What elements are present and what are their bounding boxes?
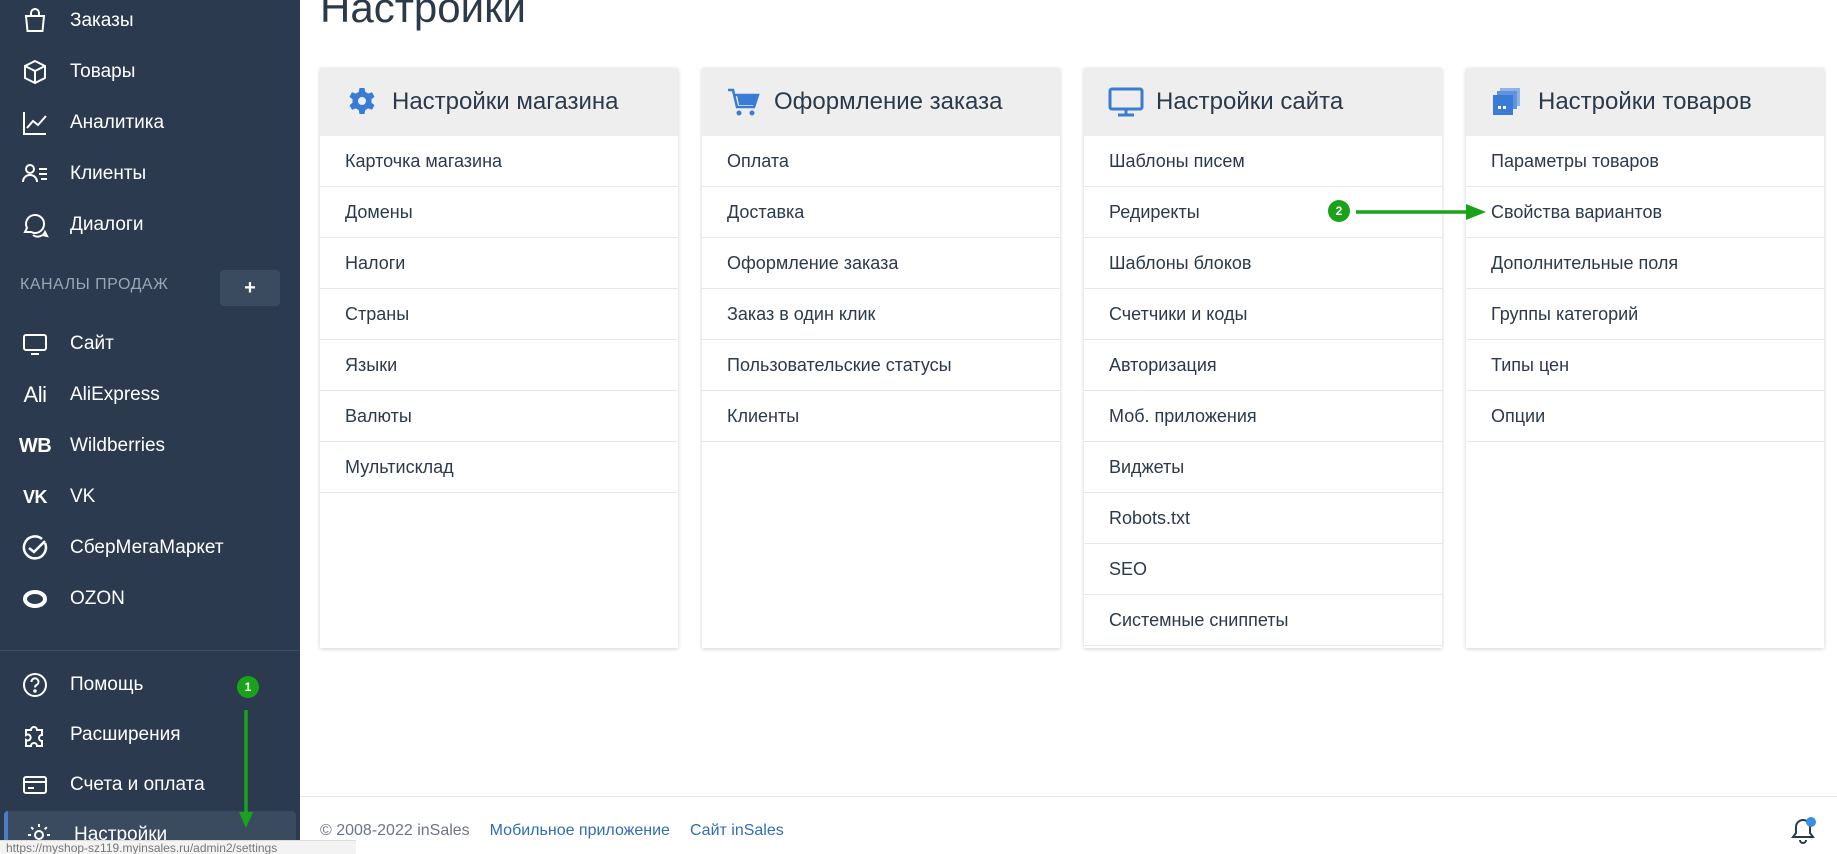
settings-link-store-card[interactable]: Карточка магазина <box>320 136 678 187</box>
sidebar-item-label: Клиенты <box>70 163 147 184</box>
settings-link-counters[interactable]: Счетчики и коды <box>1084 289 1442 340</box>
monitor-icon <box>20 329 50 359</box>
sales-channels-title: КАНАЛЫ ПРОДАЖ <box>20 276 169 293</box>
card-title: Настройки магазина <box>392 88 619 115</box>
sidebar-divider <box>0 650 300 651</box>
monitor-icon <box>1108 84 1144 120</box>
status-url: https://myshop-sz119.myinsales.ru/admin2… <box>0 840 356 854</box>
sidebar-item-label: OZON <box>70 588 125 609</box>
sidebar-item-orders[interactable]: Заказы <box>0 0 300 45</box>
sidebar-item-label: СберМегаМаркет <box>70 537 224 558</box>
card-store-settings: Настройки магазина Карточка магазина Дом… <box>320 68 678 648</box>
sidebar-item-label: Wildberries <box>70 435 166 456</box>
settings-link-custom-statuses[interactable]: Пользовательские статусы <box>702 340 1060 391</box>
settings-link-email-templates[interactable]: Шаблоны писем <box>1084 136 1442 187</box>
card-checkout: Оформление заказа Оплата Доставка Оформл… <box>702 68 1060 648</box>
add-channel-button[interactable]: + <box>220 270 280 306</box>
sidebar-item-label: AliExpress <box>70 384 160 405</box>
card-header: Настройки товаров <box>1466 68 1824 136</box>
sidebar-item-sbermegamarket[interactable]: СберМегаМаркет <box>0 524 300 572</box>
chart-icon <box>20 108 50 138</box>
settings-link-payment[interactable]: Оплата <box>702 136 1060 187</box>
footer: © 2008-2022 inSales Мобильное приложение… <box>320 822 784 840</box>
footer-link-mobile-app[interactable]: Мобильное приложение <box>490 822 670 840</box>
box-icon <box>20 57 50 87</box>
gear-icon <box>344 84 380 120</box>
chat-icon <box>20 210 50 240</box>
sidebar-item-label: Товары <box>70 61 136 82</box>
card-title: Настройки сайта <box>1156 88 1344 115</box>
settings-link-mobile-apps[interactable]: Моб. приложения <box>1084 391 1442 442</box>
settings-link-block-templates[interactable]: Шаблоны блоков <box>1084 238 1442 289</box>
settings-link-widgets[interactable]: Виджеты <box>1084 442 1442 493</box>
sidebar-item-label: Сайт <box>70 333 114 354</box>
card-title: Оформление заказа <box>774 88 1003 115</box>
settings-link-variant-properties[interactable]: Свойства вариантов <box>1466 187 1824 238</box>
card-header: Оформление заказа <box>702 68 1060 136</box>
settings-link-delivery[interactable]: Доставка <box>702 187 1060 238</box>
sidebar-item-analytics[interactable]: Аналитика <box>0 99 300 147</box>
settings-link-languages[interactable]: Языки <box>320 340 678 391</box>
bag-icon <box>20 6 50 36</box>
settings-link-extra-fields[interactable]: Дополнительные поля <box>1466 238 1824 289</box>
settings-link-seo[interactable]: SEO <box>1084 544 1442 595</box>
settings-link-robots[interactable]: Robots.txt <box>1084 493 1442 544</box>
sidebar-item-ozon[interactable]: OZON <box>0 575 300 623</box>
sidebar-item-label: Диалоги <box>70 214 144 235</box>
annotation-badge-1: 1 <box>237 676 259 698</box>
cart-icon <box>726 84 762 120</box>
clients-icon <box>20 159 50 189</box>
notification-dot <box>1806 817 1816 827</box>
annotation-badge-2: 2 <box>1328 200 1350 222</box>
settings-link-checkout[interactable]: Оформление заказа <box>702 238 1060 289</box>
settings-link-snippets[interactable]: Системные сниппеты <box>1084 595 1442 646</box>
settings-link-options[interactable]: Опции <box>1466 391 1824 442</box>
card-site-settings: Настройки сайта Шаблоны писем Редиректы … <box>1084 68 1442 648</box>
sidebar-item-dialogs[interactable]: Диалоги <box>0 201 300 249</box>
settings-link-taxes[interactable]: Налоги <box>320 238 678 289</box>
help-icon <box>20 670 50 700</box>
sidebar-item-label: Счета и оплата <box>70 774 205 795</box>
sidebar-item-products[interactable]: Товары <box>0 48 300 96</box>
settings-link-product-params[interactable]: Параметры товаров <box>1466 136 1824 187</box>
products-icon <box>1490 84 1526 120</box>
card-header: Настройки магазина <box>320 68 678 136</box>
sber-icon <box>20 533 50 563</box>
settings-link-countries[interactable]: Страны <box>320 289 678 340</box>
settings-link-category-groups[interactable]: Группы категорий <box>1466 289 1824 340</box>
copyright: © 2008-2022 inSales <box>320 822 470 839</box>
card-icon <box>20 770 50 800</box>
sidebar-item-aliexpress[interactable]: Ali AliExpress <box>0 371 300 419</box>
puzzle-icon <box>20 720 50 750</box>
settings-link-currencies[interactable]: Валюты <box>320 391 678 442</box>
page-title: Настройки <box>320 0 526 31</box>
settings-link-price-types[interactable]: Типы цен <box>1466 340 1824 391</box>
sidebar-item-site[interactable]: Сайт <box>0 320 300 368</box>
annotation-arrow-down <box>239 710 253 828</box>
settings-link-multiwarehouse[interactable]: Мультисклад <box>320 442 678 493</box>
sidebar-item-wildberries[interactable]: WB Wildberries <box>0 422 300 470</box>
annotation-arrow-right <box>1356 204 1486 220</box>
card-header: Настройки сайта <box>1084 68 1442 136</box>
sidebar-item-label: Расширения <box>70 724 181 745</box>
card-title: Настройки товаров <box>1538 88 1752 115</box>
sidebar-item-label: Заказы <box>70 10 134 31</box>
settings-link-domains[interactable]: Домены <box>320 187 678 238</box>
settings-link-one-click[interactable]: Заказ в один клик <box>702 289 1060 340</box>
card-product-settings: Настройки товаров Параметры товаров Свой… <box>1466 68 1824 648</box>
sidebar-item-vk[interactable]: VK VK <box>0 473 300 521</box>
footer-divider <box>300 796 1837 797</box>
ali-icon: Ali <box>23 382 47 407</box>
settings-link-auth[interactable]: Авторизация <box>1084 340 1442 391</box>
settings-link-clients[interactable]: Клиенты <box>702 391 1060 442</box>
sidebar-item-label: Помощь <box>70 674 144 695</box>
sidebar-item-label: Аналитика <box>70 112 165 133</box>
footer-link-site[interactable]: Сайт inSales <box>690 822 784 840</box>
sidebar-item-label: VK <box>70 486 96 507</box>
sidebar-item-clients[interactable]: Клиенты <box>0 150 300 198</box>
vk-icon: VK <box>22 486 48 507</box>
ozon-icon <box>20 584 50 614</box>
wb-icon: WB <box>18 434 52 457</box>
